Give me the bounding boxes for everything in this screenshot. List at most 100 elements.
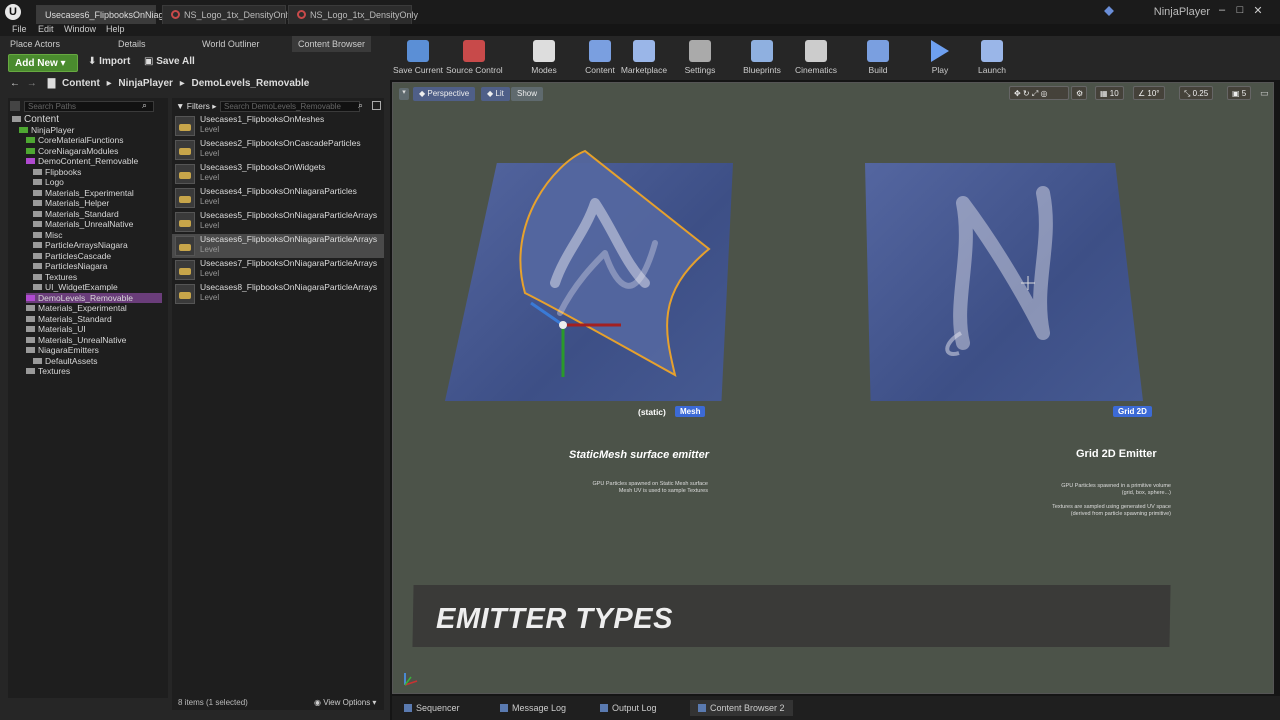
import-button[interactable]: ⬇ Import bbox=[88, 56, 130, 67]
tree-folder-item[interactable]: DemoLevels_Removable bbox=[26, 292, 162, 303]
doc-tab-niagara-1[interactable]: NS_Logo_1tx_DensityOnly bbox=[162, 5, 292, 24]
tree-folder-item[interactable]: Flipbooks bbox=[33, 167, 81, 177]
filters-button[interactable]: ▼ Filters ▸ bbox=[176, 101, 217, 112]
doc-tab-niagara-2[interactable]: NS_Logo_1tx_DensityOnly bbox=[288, 5, 418, 24]
asset-row[interactable]: Usecases8_FlipbooksOnNiagaraParticleArra… bbox=[172, 282, 384, 306]
breadcrumb-item[interactable]: DemoLevels_Removable bbox=[192, 78, 310, 89]
toolbar-settings-button[interactable]: Settings bbox=[672, 38, 728, 78]
folder-label: Materials_UnrealNative bbox=[38, 334, 127, 345]
tree-folder-item[interactable]: DemoContent_Removable bbox=[26, 156, 138, 166]
folder-icon bbox=[33, 179, 42, 185]
toolbar-play-button[interactable]: Play bbox=[912, 38, 968, 78]
toolbar-build-button[interactable]: Build bbox=[850, 38, 906, 78]
transform-tools[interactable]: ✥ ↻ ⤢ ◎ bbox=[1009, 86, 1069, 100]
minimize-icon[interactable]: – bbox=[1214, 4, 1230, 16]
scale-snap-button[interactable]: ⤡ 0.25 bbox=[1179, 86, 1214, 100]
search-paths-input[interactable]: Search Paths bbox=[24, 101, 154, 112]
level-thumbnail-icon bbox=[175, 260, 195, 280]
doc-tab-level[interactable]: Usecases6_FlipbooksOnNiag bbox=[36, 5, 164, 24]
close-icon[interactable]: ✕ bbox=[1250, 4, 1266, 17]
level-viewport[interactable]: ▾ ◆ Perspective ◆ Lit Show ✥ ↻ ⤢ ◎ ⚙ ▦ 1… bbox=[392, 82, 1274, 694]
toolbar-modes-button[interactable]: Modes bbox=[516, 38, 572, 78]
asset-row[interactable]: Usecases6_FlipbooksOnNiagaraParticleArra… bbox=[172, 234, 384, 258]
tree-folder-item[interactable]: Misc bbox=[33, 230, 62, 240]
menu-file[interactable]: File bbox=[12, 24, 27, 34]
menu-bar: File Edit Window Help bbox=[0, 24, 390, 36]
asset-row[interactable]: Usecases4_FlipbooksOnNiagaraParticles Lev… bbox=[172, 186, 384, 210]
tree-folder-item[interactable]: ParticlesNiagara bbox=[33, 261, 107, 271]
tab-label: Details bbox=[118, 39, 146, 49]
tree-folder-item[interactable]: Materials_UI bbox=[26, 324, 86, 334]
tab-sequencer[interactable]: Sequencer bbox=[396, 700, 468, 716]
breadcrumb-item[interactable]: NinjaPlayer bbox=[118, 78, 172, 89]
tree-folder-item[interactable]: Textures bbox=[33, 272, 77, 282]
camera-speed-button[interactable]: ▣ 5 bbox=[1227, 86, 1252, 100]
message-log-icon bbox=[500, 704, 508, 712]
perspective-button[interactable]: ◆ Perspective bbox=[413, 87, 476, 101]
tree-folder-item[interactable]: ParticlesCascade bbox=[33, 251, 111, 261]
show-button[interactable]: Show bbox=[511, 87, 544, 101]
tree-folder-item[interactable]: Materials_Experimental bbox=[33, 188, 134, 198]
tree-folder-item[interactable]: NiagaraEmitters bbox=[26, 345, 99, 355]
lit-button[interactable]: ◆ Lit bbox=[481, 87, 510, 101]
view-options-label: View Options bbox=[323, 698, 371, 707]
tree-folder-item[interactable]: Textures bbox=[26, 366, 70, 376]
save-current-icon bbox=[407, 40, 429, 62]
tab-world-outliner[interactable]: World Outliner bbox=[196, 36, 265, 52]
asset-row[interactable]: Usecases3_FlipbooksOnWidgets Level bbox=[172, 162, 384, 186]
asset-search-input[interactable]: Search DemoLevels_Removable bbox=[220, 101, 360, 112]
tree-folder-item[interactable]: Materials_Standard bbox=[33, 209, 119, 219]
tab-place-actors[interactable]: Place Actors bbox=[4, 36, 66, 52]
surface-snap-icon[interactable]: ⚙ bbox=[1071, 86, 1087, 100]
tree-folder-item[interactable]: Materials_UnrealNative bbox=[33, 219, 133, 229]
asset-row[interactable]: Usecases1_FlipbooksOnMeshes Level bbox=[172, 114, 384, 138]
maximize-icon[interactable]: □ bbox=[1232, 4, 1248, 16]
tab-content-browser-2[interactable]: Content Browser 2 bbox=[690, 700, 793, 716]
tab-details[interactable]: Details bbox=[112, 36, 152, 52]
toolbar-launch-button[interactable]: Launch bbox=[964, 38, 1020, 78]
asset-row[interactable]: Usecases7_FlipbooksOnNiagaraParticleArra… bbox=[172, 258, 384, 282]
maximize-viewport-icon[interactable]: ▭ bbox=[1260, 88, 1269, 99]
breadcrumb: ← → ▇ Content ▸ NinjaPlayer ▸ DemoLevels… bbox=[10, 78, 309, 92]
view-options-button[interactable]: ◉ View Options ▾ bbox=[314, 698, 376, 707]
grid-snap-button[interactable]: ▦ 10 bbox=[1095, 86, 1124, 100]
tree-folder-item[interactable]: Content bbox=[12, 114, 59, 125]
show-label: Show bbox=[517, 89, 538, 98]
toolbar-blueprints-button[interactable]: Blueprints bbox=[734, 38, 790, 78]
tree-folder-item[interactable]: CoreMaterialFunctions bbox=[26, 135, 124, 145]
tree-folder-item[interactable]: CoreNiagaraModules bbox=[26, 146, 118, 156]
tree-folder-item[interactable]: UI_WidgetExample bbox=[33, 282, 118, 292]
asset-row[interactable]: Usecases5_FlipbooksOnNiagaraParticleArra… bbox=[172, 210, 384, 234]
menu-help[interactable]: Help bbox=[106, 24, 125, 34]
tree-folder-item[interactable]: NinjaPlayer bbox=[19, 125, 74, 135]
add-new-button[interactable]: Add New ▾ bbox=[8, 54, 78, 72]
toolbar-cinematics-button[interactable]: Cinematics bbox=[788, 38, 844, 78]
menu-edit[interactable]: Edit bbox=[38, 24, 54, 34]
tab-content-browser[interactable]: Content Browser bbox=[292, 36, 372, 52]
breadcrumb-separator-icon[interactable]: ▸ bbox=[180, 78, 185, 89]
tab-message-log[interactable]: Message Log bbox=[492, 700, 574, 716]
toolbar-save-current-button[interactable]: Save Current bbox=[390, 38, 446, 78]
folder-label: Materials_UI bbox=[38, 324, 86, 334]
back-icon[interactable]: ← bbox=[10, 78, 20, 89]
tree-toggle-icon[interactable] bbox=[10, 101, 20, 111]
breadcrumb-separator-icon[interactable]: ▸ bbox=[107, 78, 112, 89]
tree-folder-item[interactable]: Materials_Standard bbox=[26, 314, 112, 324]
tab-output-log[interactable]: Output Log bbox=[592, 700, 665, 716]
toolbar-source-control-button[interactable]: Source Control bbox=[446, 38, 503, 78]
breadcrumb-item[interactable]: Content bbox=[62, 78, 100, 89]
toolbar-marketplace-button[interactable]: Marketplace bbox=[616, 38, 672, 78]
forward-icon[interactable]: → bbox=[27, 78, 37, 89]
asset-row[interactable]: Usecases2_FlipbooksOnCascadeParticles Lev… bbox=[172, 138, 384, 162]
tree-folder-item[interactable]: DefaultAssets bbox=[33, 356, 97, 366]
save-all-button[interactable]: ▣ Save All bbox=[144, 56, 195, 67]
rotation-snap-button[interactable]: ∠ 10° bbox=[1133, 86, 1165, 100]
tree-folder-item[interactable]: Logo bbox=[33, 177, 64, 187]
tree-folder-item[interactable]: Materials_UnrealNative bbox=[26, 335, 126, 345]
tree-folder-item[interactable]: Materials_Helper bbox=[33, 198, 109, 208]
tree-folder-item[interactable]: ParticleArraysNiagara bbox=[33, 240, 128, 250]
path-picker-icon[interactable] bbox=[372, 101, 381, 110]
menu-window[interactable]: Window bbox=[64, 24, 96, 34]
viewport-options-button[interactable]: ▾ bbox=[399, 88, 409, 100]
tree-folder-item[interactable]: Materials_Experimental bbox=[26, 303, 127, 313]
